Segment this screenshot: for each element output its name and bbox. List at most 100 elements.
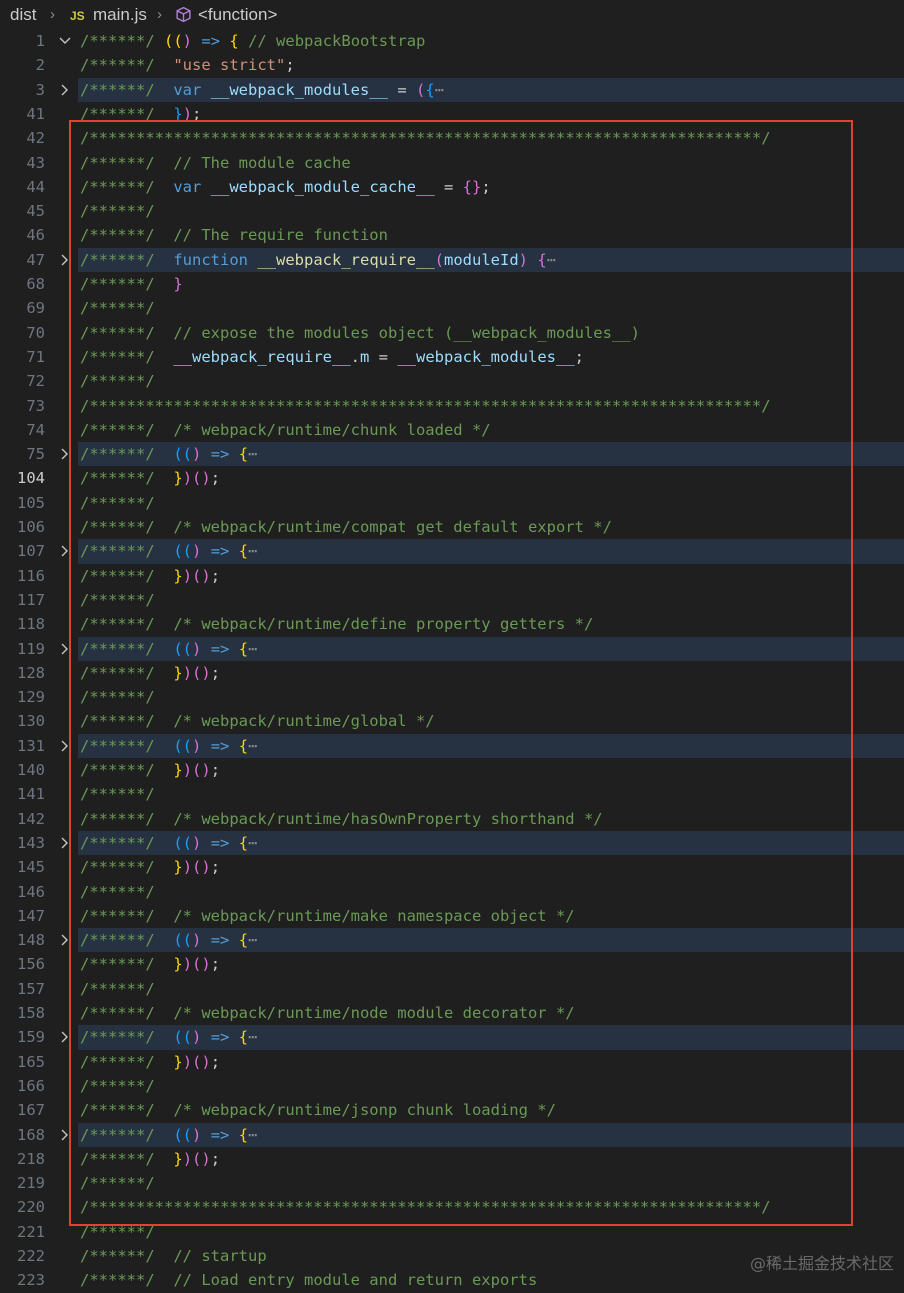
- code-line[interactable]: 116 /******/ })();: [0, 564, 904, 588]
- code-token: ⋯: [248, 445, 258, 464]
- breadcrumb-folder[interactable]: dist: [10, 5, 36, 25]
- code-line[interactable]: 158 /******/ /* webpack/runtime/node modu…: [0, 1001, 904, 1025]
- fold-chevron-right-icon[interactable]: [58, 1123, 72, 1147]
- code-line[interactable]: 142 /******/ /* webpack/runtime/hasOwnPro…: [0, 807, 904, 831]
- line-number: 41: [26, 104, 45, 123]
- code-line[interactable]: 75 /******/ (() => {⋯: [0, 442, 904, 467]
- code-token: /* webpack/runtime/chunk loaded */: [173, 420, 491, 439]
- code-line[interactable]: 42 /*************************************…: [0, 126, 904, 150]
- code-token: ): [182, 761, 193, 779]
- breadcrumb-symbol[interactable]: <function>: [198, 5, 277, 25]
- code-text: /******/ // expose the modules object (_…: [80, 321, 640, 345]
- code-line[interactable]: 148 /******/ (() => {⋯: [0, 928, 904, 953]
- fold-chevron-right-icon[interactable]: [58, 539, 72, 563]
- breadcrumb: dist › JS main.js › <function>: [0, 0, 904, 32]
- code-line[interactable]: 2 /******/ "use strict";: [0, 53, 904, 77]
- code-line[interactable]: 140 /******/ })();: [0, 758, 904, 782]
- line-number: 157: [17, 979, 45, 998]
- code-line[interactable]: 119 /******/ (() => {⋯: [0, 636, 904, 661]
- code-line[interactable]: 219 /******/: [0, 1171, 904, 1195]
- code-token: ⋯: [546, 250, 557, 269]
- line-number: 140: [17, 761, 45, 779]
- fold-chevron-right-icon[interactable]: [58, 248, 72, 272]
- code-token: {: [238, 542, 249, 561]
- code-token: {: [238, 833, 249, 852]
- code-line[interactable]: 159 /******/ (() => {⋯: [0, 1025, 904, 1050]
- code-token: ): [182, 1052, 193, 1071]
- code-line[interactable]: 221 /******/: [0, 1220, 904, 1244]
- code-token: /******/: [80, 202, 155, 221]
- line-number: 168: [17, 1125, 45, 1144]
- fold-chevron-right-icon[interactable]: [58, 734, 72, 758]
- code-token: ): [192, 833, 202, 852]
- fold-chevron-right-icon[interactable]: [58, 1025, 72, 1049]
- code-line[interactable]: 74 /******/ /* webpack/runtime/chunk load…: [0, 418, 904, 442]
- code-line[interactable]: 168 /******/ (() => {⋯: [0, 1122, 904, 1147]
- code-line[interactable]: 107 /******/ (() => {⋯: [0, 539, 904, 564]
- code-line[interactable]: 157 /******/: [0, 977, 904, 1001]
- code-token: ): [192, 736, 202, 755]
- code-line[interactable]: 69 /******/: [0, 296, 904, 320]
- code-text: /******/ // The require function: [80, 223, 388, 247]
- code-line[interactable]: 70 /******/ // expose the modules object …: [0, 321, 904, 345]
- code-line[interactable]: 45 /******/: [0, 199, 904, 223]
- fold-chevron-right-icon[interactable]: [58, 637, 72, 661]
- code-line[interactable]: 143 /******/ (() => {⋯: [0, 830, 904, 856]
- code-line[interactable]: 220 /************************************…: [0, 1195, 904, 1219]
- code-line[interactable]: 104 /******/ })();: [0, 466, 904, 490]
- code-line[interactable]: 117 /******/: [0, 588, 904, 612]
- code-line[interactable]: 73 /*************************************…: [0, 394, 904, 418]
- code-line[interactable]: 145 /******/ })();: [0, 855, 904, 879]
- code-line[interactable]: 218 /******/ })();: [0, 1147, 904, 1171]
- code-line[interactable]: 105 /******/: [0, 491, 904, 515]
- code-text: /******/ })();: [80, 758, 220, 782]
- code-token: /******/: [80, 1271, 164, 1290]
- code-line[interactable]: 47 /******/ function __webpack_require__(…: [0, 247, 904, 272]
- code-line[interactable]: 141 /******/: [0, 782, 904, 806]
- code-line[interactable]: 129 /******/: [0, 685, 904, 709]
- code-line[interactable]: 71 /******/ __webpack_require__.m = __web…: [0, 345, 904, 369]
- code-line[interactable]: 147 /******/ /* webpack/runtime/make name…: [0, 904, 904, 928]
- code-line[interactable]: 106 /******/ /* webpack/runtime/compat ge…: [0, 515, 904, 539]
- line-number: 107: [17, 542, 45, 561]
- code-line[interactable]: 131 /******/ (() => {⋯: [0, 733, 904, 758]
- fold-chevron-right-icon[interactable]: [58, 831, 72, 855]
- line-number: 69: [26, 299, 45, 318]
- code-token: /******/: [80, 56, 164, 75]
- code-line[interactable]: 146 /******/: [0, 880, 904, 904]
- code-line[interactable]: 130 /******/ /* webpack/runtime/global */: [0, 709, 904, 733]
- code-line[interactable]: 118 /******/ /* webpack/runtime/define pr…: [0, 612, 904, 636]
- code-token: // webpackBootstrap: [248, 32, 426, 50]
- code-line[interactable]: 44 /******/ var __webpack_module_cache__ …: [0, 175, 904, 199]
- code-line[interactable]: 41 /******/ });: [0, 102, 904, 126]
- code-line[interactable]: 165 /******/ })();: [0, 1050, 904, 1074]
- code-token: /* webpack/runtime/global */: [173, 712, 435, 731]
- code-token: /***************************************…: [80, 396, 771, 415]
- fold-chevron-right-icon[interactable]: [58, 442, 72, 466]
- code-line[interactable]: 1 /******/ (() => { // webpackBootstrap: [0, 29, 904, 53]
- fold-chevron-down-icon[interactable]: [58, 29, 72, 53]
- fold-chevron-right-icon[interactable]: [58, 78, 72, 102]
- code-line[interactable]: 3 /******/ var __webpack_modules__ = ({⋯: [0, 77, 904, 102]
- code-line[interactable]: 46 /******/ // The require function: [0, 223, 904, 247]
- code-line[interactable]: 156 /******/ })();: [0, 952, 904, 976]
- code-line[interactable]: 166 /******/: [0, 1074, 904, 1098]
- code-line[interactable]: 43 /******/ // The module cache: [0, 151, 904, 175]
- code-token: (): [192, 858, 211, 877]
- code-line[interactable]: 167 /******/ /* webpack/runtime/jsonp chu…: [0, 1098, 904, 1122]
- breadcrumb-file[interactable]: main.js: [93, 5, 147, 25]
- code-editor[interactable]: 1/******/ (() => { // webpackBootstrap 2/…: [0, 29, 904, 1289]
- code-line[interactable]: 68 /******/ }: [0, 272, 904, 296]
- fold-chevron-right-icon[interactable]: [58, 928, 72, 952]
- line-number: 223: [17, 1271, 45, 1290]
- code-token: }: [173, 858, 183, 877]
- code-line[interactable]: 72 /******/: [0, 369, 904, 393]
- code-token: /******/: [80, 590, 155, 609]
- code-line[interactable]: 128 /******/ })();: [0, 661, 904, 685]
